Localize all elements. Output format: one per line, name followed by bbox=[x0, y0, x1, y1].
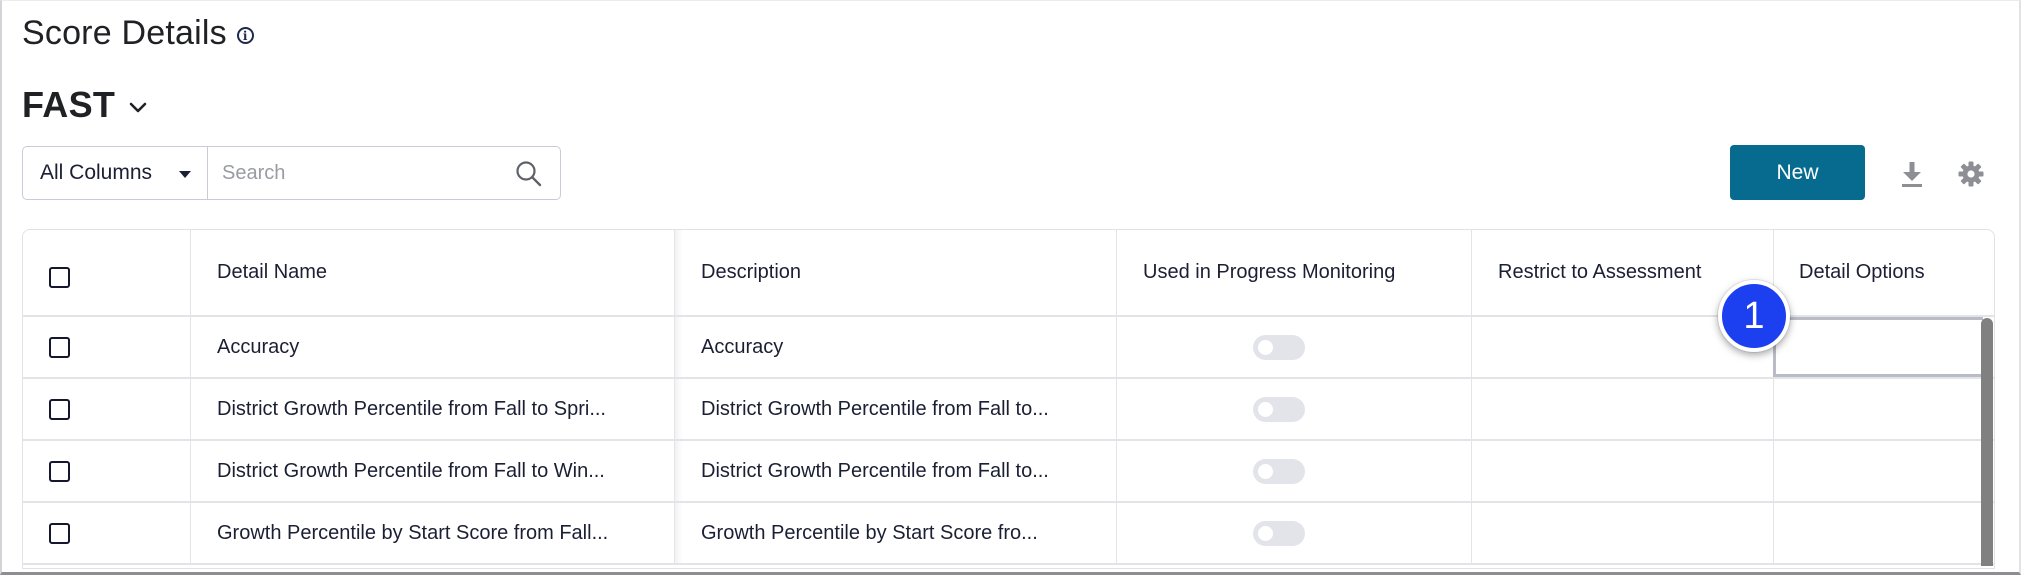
select-all-checkbox[interactable] bbox=[49, 267, 70, 288]
row-select-cell bbox=[23, 441, 191, 501]
table-header-row: Detail Name Description Used in Progress… bbox=[23, 230, 1994, 317]
caret-down-icon bbox=[179, 171, 191, 178]
chevron-down-icon bbox=[129, 102, 147, 113]
row-checkbox[interactable] bbox=[49, 398, 70, 420]
progress-monitoring-cell bbox=[1117, 379, 1472, 439]
progress-monitoring-toggle[interactable] bbox=[1253, 458, 1305, 484]
table-scrollbar[interactable] bbox=[1981, 318, 1993, 566]
detail-options-cell[interactable] bbox=[1774, 379, 1994, 439]
search-input[interactable] bbox=[208, 147, 560, 199]
download-icon[interactable] bbox=[1900, 160, 1924, 188]
row-select-cell bbox=[23, 379, 191, 439]
row-checkbox[interactable] bbox=[49, 460, 70, 482]
restrict-to-assessment-cell[interactable] bbox=[1472, 441, 1774, 501]
header-detail-options[interactable]: Detail Options bbox=[1774, 230, 1994, 315]
row-select-cell bbox=[23, 317, 191, 377]
toggle-knob bbox=[1258, 463, 1273, 479]
restrict-to-assessment-cell[interactable] bbox=[1472, 503, 1774, 563]
table-row[interactable]: District Growth Percentile from Fall to … bbox=[23, 379, 1994, 441]
description-cell: District Growth Percentile from Fall to.… bbox=[675, 441, 1117, 501]
assessment-name: FAST bbox=[22, 84, 116, 125]
header-detail-name[interactable]: Detail Name bbox=[191, 230, 675, 315]
column-select-value: All Columns bbox=[40, 161, 153, 184]
toggle-knob bbox=[1258, 525, 1273, 541]
header-description[interactable]: Description bbox=[675, 230, 1117, 315]
detail-name-cell: District Growth Percentile from Fall to … bbox=[191, 379, 675, 439]
row-select-cell bbox=[23, 503, 191, 563]
search-field bbox=[208, 147, 560, 199]
progress-monitoring-toggle[interactable] bbox=[1253, 396, 1305, 422]
detail-name-cell: Accuracy bbox=[191, 317, 675, 377]
detail-options-cell[interactable] bbox=[1774, 441, 1994, 501]
step-badge: 1 bbox=[1718, 280, 1790, 352]
restrict-to-assessment-cell[interactable] bbox=[1472, 379, 1774, 439]
column-select[interactable]: All Columns bbox=[23, 147, 208, 199]
row-checkbox[interactable] bbox=[49, 522, 70, 544]
toggle-knob bbox=[1258, 401, 1273, 417]
assessment-selector[interactable]: FAST bbox=[22, 84, 147, 126]
detail-options-cell[interactable] bbox=[1774, 503, 1994, 563]
page-title-text: Score Details bbox=[22, 14, 227, 52]
header-select-all bbox=[23, 230, 191, 315]
toggle-knob bbox=[1258, 339, 1273, 355]
detail-name-cell: District Growth Percentile from Fall to … bbox=[191, 441, 675, 501]
new-button[interactable]: New bbox=[1730, 145, 1865, 200]
table-row[interactable]: Growth Percentile by Start Score from Fa… bbox=[23, 503, 1994, 565]
detail-name-cell: Growth Percentile by Start Score from Fa… bbox=[191, 503, 675, 563]
progress-monitoring-cell bbox=[1117, 317, 1472, 377]
search-icon[interactable] bbox=[515, 160, 542, 187]
progress-monitoring-cell bbox=[1117, 441, 1472, 501]
info-icon[interactable]: i bbox=[236, 27, 254, 44]
description-cell: District Growth Percentile from Fall to.… bbox=[675, 379, 1117, 439]
table-row[interactable]: Accuracy Accuracy bbox=[23, 317, 1994, 379]
table-row[interactable]: District Growth Percentile from Fall to … bbox=[23, 441, 1994, 503]
progress-monitoring-cell bbox=[1117, 503, 1472, 563]
progress-monitoring-toggle[interactable] bbox=[1253, 334, 1305, 360]
description-cell: Growth Percentile by Start Score fro... bbox=[675, 503, 1117, 563]
row-checkbox[interactable] bbox=[49, 336, 70, 358]
header-used-in-progress-monitoring[interactable]: Used in Progress Monitoring bbox=[1117, 230, 1472, 315]
score-details-table: Detail Name Description Used in Progress… bbox=[22, 229, 1995, 569]
description-cell: Accuracy bbox=[675, 317, 1117, 377]
gear-icon[interactable] bbox=[1958, 161, 1984, 187]
progress-monitoring-toggle[interactable] bbox=[1253, 520, 1305, 546]
search-filter-bar: All Columns bbox=[22, 146, 561, 200]
detail-options-cell[interactable] bbox=[1774, 317, 1994, 377]
page-title: Score Details i bbox=[22, 14, 254, 53]
